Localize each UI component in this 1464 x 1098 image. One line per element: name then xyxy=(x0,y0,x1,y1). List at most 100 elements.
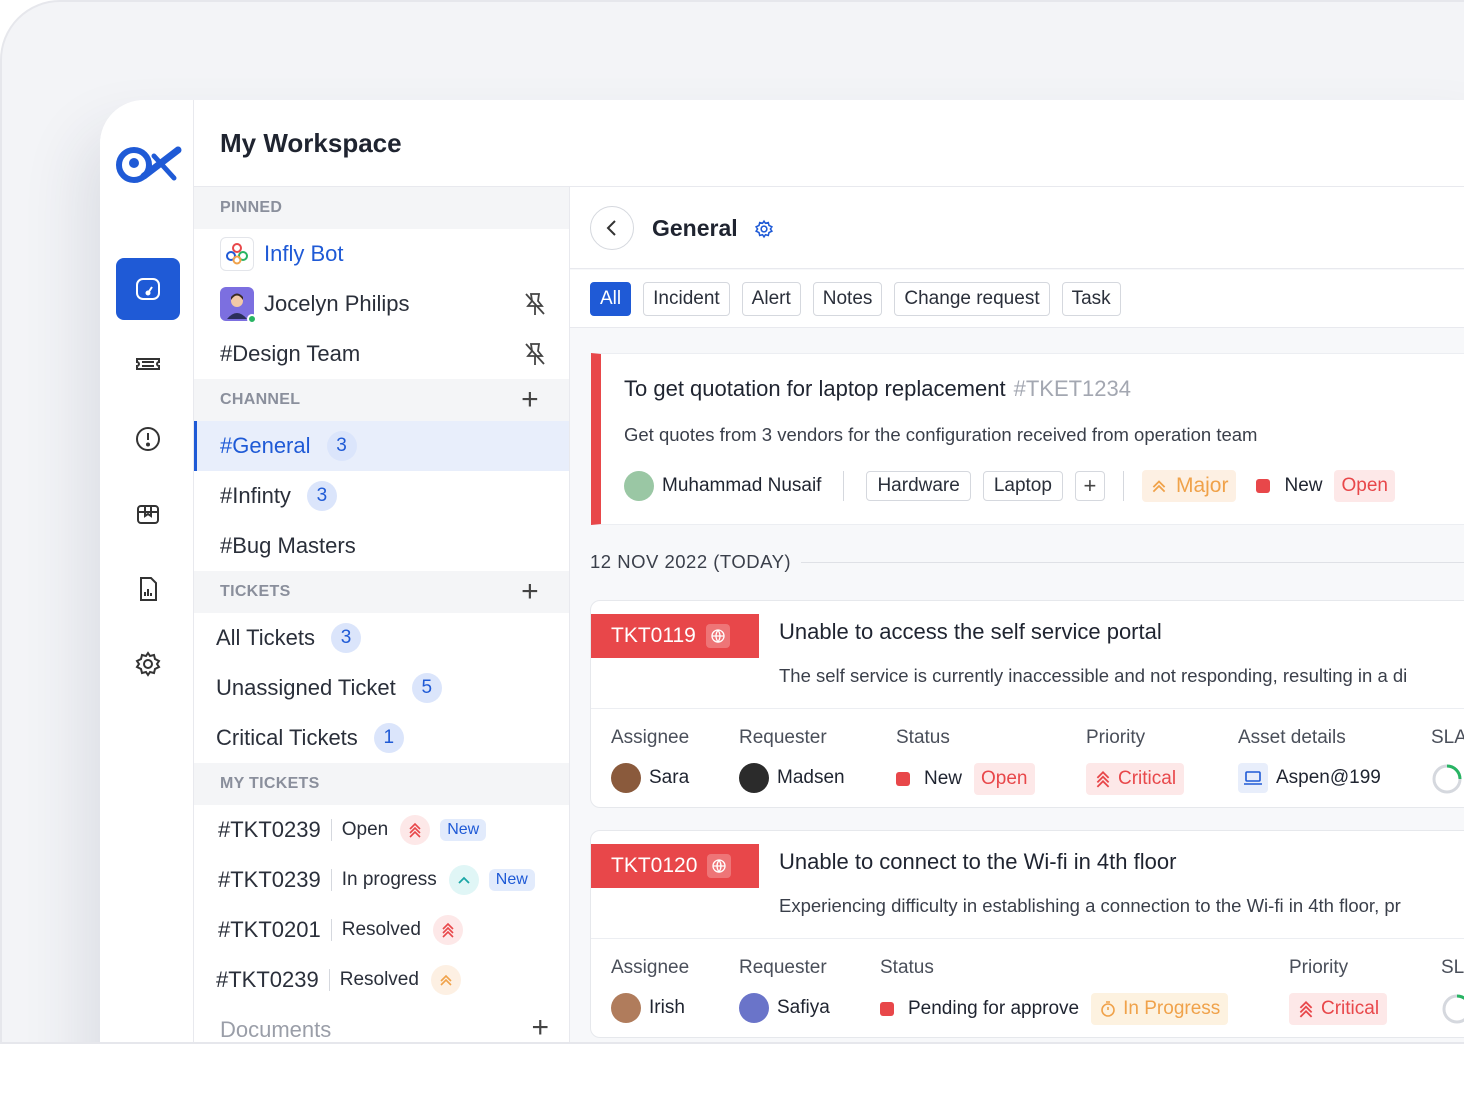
tab-notes[interactable]: Notes xyxy=(812,282,883,316)
sla-column: SL xyxy=(1441,957,1464,1025)
filter-tabs: All Incident Alert Notes Change request … xyxy=(590,282,1121,316)
priority-column: Priority Critical xyxy=(1086,727,1185,795)
avatar xyxy=(739,993,769,1023)
status-open-badge: Open xyxy=(974,763,1035,795)
channel-item-infinty[interactable]: #Infinty 3 xyxy=(194,471,569,521)
ticket-id: TKT0119 xyxy=(611,624,696,647)
channel-title: General xyxy=(652,215,738,241)
tab-task[interactable]: Task xyxy=(1061,282,1121,316)
my-ticket-item[interactable]: #TKT0239 Open New xyxy=(194,805,569,855)
channel-settings-icon[interactable] xyxy=(754,219,774,239)
ticket-owner[interactable]: Muhammad Nusaif xyxy=(624,471,821,501)
add-channel-icon[interactable]: + xyxy=(521,385,539,415)
nav-alerts-button[interactable] xyxy=(116,408,180,470)
my-ticket-item[interactable]: #TKT0239 In progress New xyxy=(194,855,569,905)
major-priority-icon xyxy=(1152,480,1166,493)
ticket-count-badge: 5 xyxy=(411,673,442,703)
priority-label: Major xyxy=(1175,474,1229,497)
ticket-count-badge: 1 xyxy=(373,723,404,753)
requester-name: Safiya xyxy=(777,997,830,1018)
requester-value[interactable]: Safiya xyxy=(739,993,830,1023)
channel-section-header: CHANNEL + xyxy=(194,379,569,421)
ticket-view-critical[interactable]: Critical Tickets 1 xyxy=(194,713,569,763)
pinned-item-label: Jocelyn Philips xyxy=(264,291,410,316)
device-frame: My Workspace PINNED Infly Bot Jocelyn Ph… xyxy=(0,0,1464,1044)
tag-chip[interactable]: Hardware xyxy=(866,471,971,501)
tab-all[interactable]: All xyxy=(590,282,632,316)
asset-value[interactable]: Aspen@199 xyxy=(1238,763,1381,793)
timer-icon xyxy=(1101,1001,1115,1017)
avatar xyxy=(624,471,654,501)
ticket-card[interactable]: TKT0120 Unable to connect to the Wi-fi i… xyxy=(590,830,1464,1038)
featured-ticket-card[interactable]: To get quotation for laptop replacement #… xyxy=(591,353,1464,525)
nav-reports-button[interactable] xyxy=(116,558,180,620)
status-dot xyxy=(1256,479,1271,493)
pinned-label: PINNED xyxy=(220,199,283,216)
divider xyxy=(330,869,332,891)
ticket-view-unassigned[interactable]: Unassigned Ticket 5 xyxy=(194,663,569,713)
nav-settings-button[interactable] xyxy=(116,633,180,695)
channel-item-general[interactable]: #General 3 xyxy=(194,421,569,471)
ticket-count-badge: 3 xyxy=(331,623,362,653)
assignee-value[interactable]: Sara xyxy=(611,763,689,793)
status-value[interactable]: New Open xyxy=(896,763,1035,795)
priority-value[interactable]: Critical xyxy=(1289,993,1388,1025)
documents-section[interactable]: Documents + xyxy=(194,1005,569,1043)
pinned-item-bot[interactable]: Infly Bot xyxy=(194,229,569,279)
add-tag-button[interactable]: + xyxy=(1074,471,1105,501)
my-ticket-item[interactable]: #TKT0201 Resolved xyxy=(194,905,569,955)
divider xyxy=(330,919,332,941)
status-value[interactable]: Pending for approve In Progress xyxy=(880,993,1229,1025)
status-open-badge: Open xyxy=(1334,470,1395,502)
unpin-icon[interactable] xyxy=(523,341,547,367)
column-header: Priority xyxy=(1289,957,1349,978)
tag-chip[interactable]: Laptop xyxy=(982,471,1063,501)
ticket-view-all[interactable]: All Tickets 3 xyxy=(194,613,569,663)
sla-column: SLA xyxy=(1431,727,1464,795)
channel-label: #Bug Masters xyxy=(220,533,356,558)
avatar xyxy=(220,287,257,324)
critical-priority-icon xyxy=(432,915,463,945)
nav-rail xyxy=(100,100,194,1042)
add-document-icon[interactable]: + xyxy=(531,1013,549,1043)
box-icon xyxy=(137,505,159,524)
tab-alert[interactable]: Alert xyxy=(741,282,801,316)
channel-item-bug-masters[interactable]: #Bug Masters xyxy=(194,521,569,571)
channel-main-pane: General All Incident Alert Notes Change … xyxy=(570,187,1464,1042)
back-button[interactable] xyxy=(590,206,634,250)
priority-value[interactable]: Critical xyxy=(1086,763,1185,795)
pinned-item-channel[interactable]: #Design Team xyxy=(194,329,569,379)
pinned-item-user[interactable]: Jocelyn Philips xyxy=(194,279,569,329)
tab-change-request[interactable]: Change request xyxy=(894,282,1050,316)
sla-progress-ring xyxy=(1432,764,1462,794)
unread-count-badge: 3 xyxy=(306,481,337,511)
assignee-column: Assignee Sara xyxy=(611,727,689,793)
tickets-label: TICKETS xyxy=(220,583,291,600)
unpin-icon[interactable] xyxy=(523,291,547,317)
add-ticket-icon[interactable]: + xyxy=(521,577,539,607)
nav-tickets-button[interactable] xyxy=(116,333,180,395)
requester-value[interactable]: Madsen xyxy=(739,763,845,793)
channel-sidebar: PINNED Infly Bot Jocelyn Philips #Design… xyxy=(194,187,570,1043)
ticket-status: Resolved xyxy=(339,969,419,990)
tickets-section-header: TICKETS + xyxy=(194,571,569,613)
nav-dashboard-button[interactable] xyxy=(116,258,180,320)
tab-incident[interactable]: Incident xyxy=(643,282,730,316)
alert-circle-icon xyxy=(136,427,160,451)
nav-assets-button[interactable] xyxy=(116,483,180,545)
ticket-card[interactable]: TKT0119 Unable to access the self servic… xyxy=(590,600,1464,808)
state-label: New xyxy=(1284,475,1323,496)
bot-icon xyxy=(220,237,254,271)
laptop-icon xyxy=(1238,763,1268,793)
critical-priority-icon xyxy=(400,815,431,845)
date-divider: 12 NOV 2022 (TODAY) xyxy=(590,551,1464,573)
app-window: My Workspace PINNED Infly Bot Jocelyn Ph… xyxy=(100,100,1464,1043)
my-ticket-item[interactable]: #TKT0239 Resolved xyxy=(194,955,569,1005)
sla-value xyxy=(1431,763,1464,795)
priority-critical-badge: Critical xyxy=(1289,993,1388,1025)
featured-ticket-meta: Muhammad Nusaif Hardware Laptop + Major … xyxy=(624,470,1395,502)
featured-ticket-description: Get quotes from 3 vendors for the config… xyxy=(624,424,1258,445)
ticket-status: Resolved xyxy=(341,919,421,940)
assignee-value[interactable]: Irish xyxy=(611,993,689,1023)
requester-column: Requester Madsen xyxy=(739,727,845,793)
